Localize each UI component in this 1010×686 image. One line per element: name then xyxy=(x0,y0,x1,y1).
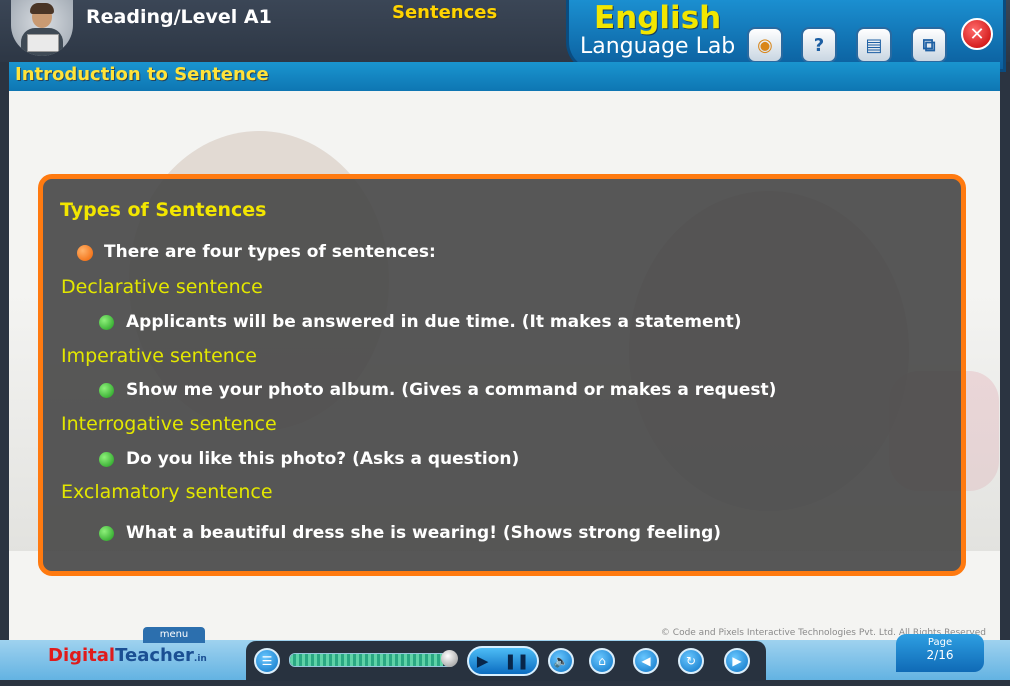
level-title: Reading/Level A1 xyxy=(86,6,272,28)
type-title-declarative: Declarative sentence xyxy=(61,276,263,298)
page-indicator: Page 2/16 xyxy=(896,634,984,672)
tree-icon: ☰ xyxy=(261,654,273,668)
replay-button[interactable]: ↻ xyxy=(678,648,704,674)
example-interrogative: Do you like this photo? (Asks a question… xyxy=(126,449,520,469)
digital-teacher-logo: DigitalTeacher.in xyxy=(48,645,207,666)
green-bullet-icon xyxy=(99,526,114,541)
progress-fill xyxy=(290,654,444,666)
intro-text: There are four types of sentences: xyxy=(104,242,436,262)
home-icon: ⌂ xyxy=(598,654,606,668)
previous-button[interactable]: ◀ xyxy=(633,648,659,674)
score-icon: ◉ xyxy=(757,34,773,56)
type-title-exclamatory: Exclamatory sentence xyxy=(61,481,273,503)
next-icon: ▶ xyxy=(732,654,742,668)
home-button[interactable]: ⌂ xyxy=(589,648,615,674)
strip-title: Introduction to Sentence xyxy=(15,64,269,85)
close-button[interactable]: ✕ xyxy=(961,18,993,50)
menu-tab[interactable]: menu xyxy=(143,627,205,643)
progress-knob[interactable] xyxy=(441,650,458,667)
type-title-interrogative: Interrogative sentence xyxy=(61,413,277,435)
book-button[interactable]: ▤ xyxy=(856,27,892,63)
green-bullet-icon xyxy=(99,452,114,467)
play-icon[interactable]: ▶ xyxy=(477,652,489,670)
window-button[interactable]: ⧉ xyxy=(911,27,947,63)
orange-bullet-icon xyxy=(77,245,93,261)
close-icon: ✕ xyxy=(969,23,985,45)
volume-icon: 🔈 xyxy=(553,654,569,668)
type-title-imperative: Imperative sentence xyxy=(61,345,257,367)
previous-icon: ◀ xyxy=(641,654,651,668)
logo-digital: Digital xyxy=(48,645,116,666)
green-bullet-icon xyxy=(99,383,114,398)
score-button[interactable]: ◉ xyxy=(747,27,783,63)
brand-english: English xyxy=(594,0,722,36)
next-button[interactable]: ▶ xyxy=(724,648,750,674)
progress-bar[interactable] xyxy=(289,653,456,667)
green-bullet-icon xyxy=(99,315,114,330)
help-icon: ? xyxy=(813,34,825,56)
book-icon: ▤ xyxy=(865,34,883,56)
logo-teacher: Teacher xyxy=(115,645,194,666)
card-title: Types of Sentences xyxy=(60,199,267,221)
pause-icon[interactable]: ❚❚ xyxy=(504,652,529,670)
example-exclamatory: What a beautiful dress she is wearing! (… xyxy=(126,523,722,543)
lesson-card xyxy=(38,174,966,576)
play-pause-group: ▶ ❚❚ xyxy=(467,646,539,676)
example-imperative: Show me your photo album. (Gives a comma… xyxy=(126,380,777,400)
logo-suffix: .in xyxy=(193,654,207,664)
window-icon: ⧉ xyxy=(922,34,936,56)
brand-language-lab: Language Lab xyxy=(580,34,736,59)
example-declarative: Applicants will be answered in due time.… xyxy=(126,312,742,332)
page-label: Page xyxy=(927,637,953,648)
volume-button[interactable]: 🔈 xyxy=(548,648,574,674)
help-button[interactable]: ? xyxy=(801,27,837,63)
page-number: 2/16 xyxy=(926,648,954,662)
section-title: Sentences xyxy=(392,2,498,23)
menu-tree-button[interactable]: ☰ xyxy=(254,648,280,674)
replay-icon: ↻ xyxy=(685,654,697,668)
